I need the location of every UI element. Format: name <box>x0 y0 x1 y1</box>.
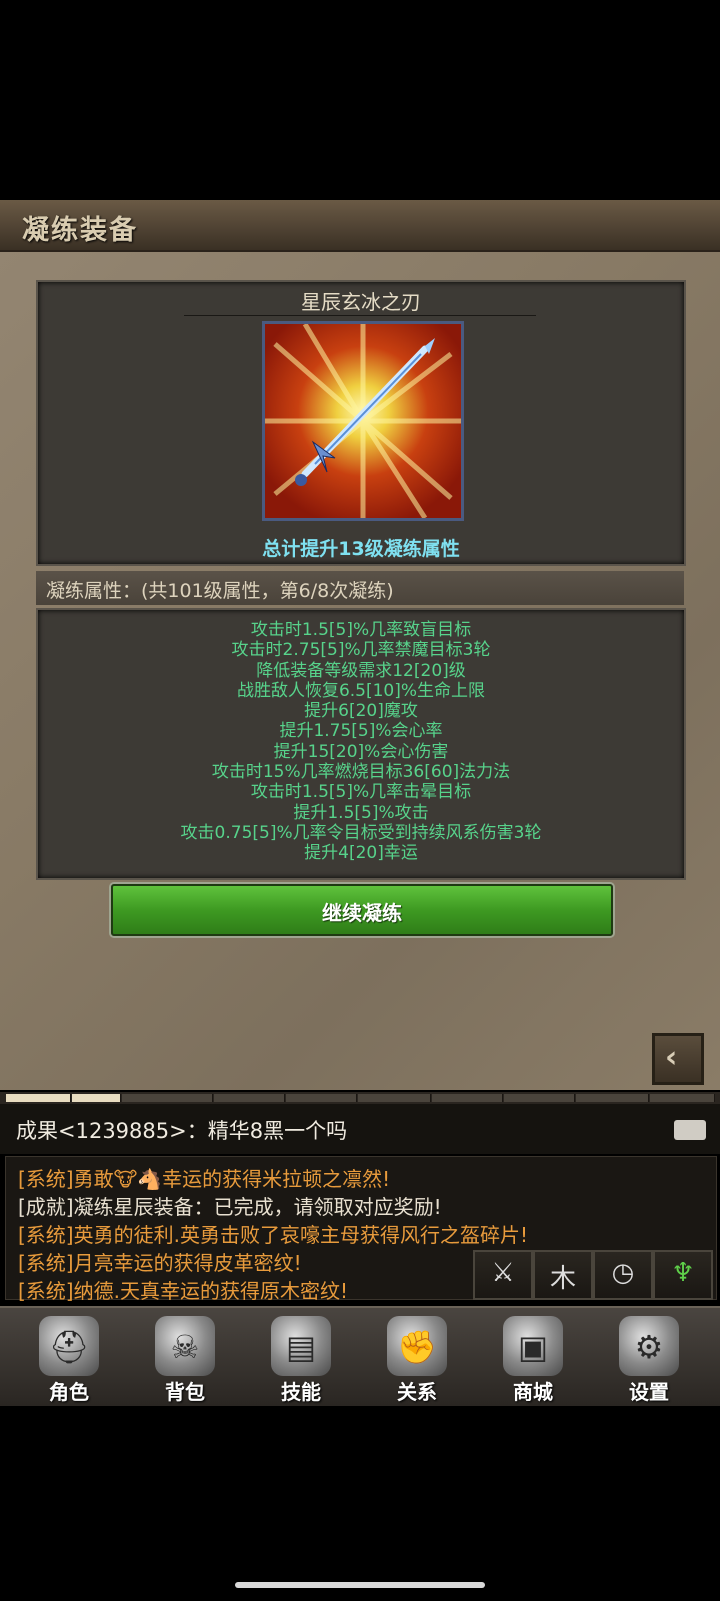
crossed-swords-button[interactable]: ⚔ <box>473 1250 533 1300</box>
keyboard-icon[interactable] <box>674 1120 706 1140</box>
chat-tab[interactable] <box>432 1094 503 1102</box>
nav-backpack[interactable]: ☠ 背包 <box>130 1308 240 1406</box>
continue-refine-button[interactable]: 继续凝练 <box>111 884 613 936</box>
stat-line: 攻击时2.75[5]%几率禁魔目标3轮 <box>231 640 491 661</box>
trophy-icon: ♆ <box>671 1258 695 1288</box>
spellbook-icon: ▤ <box>271 1316 331 1376</box>
stat-line: 攻击0.75[5]%几率令目标受到持续风系伤害3轮 <box>180 822 542 843</box>
nav-shop[interactable]: ▣ 商城 <box>478 1308 588 1406</box>
chat-tab[interactable] <box>6 1094 71 1102</box>
page-title: 凝练装备 <box>22 215 138 246</box>
chat-tab-strip <box>0 1092 720 1104</box>
continue-refine-label: 继续凝练 <box>322 901 402 925</box>
stat-line: 战胜敌人恢复6.5[10]%生命上限 <box>236 680 486 701</box>
log-line: [系统]纳德.天真幸运的获得原木密纹! <box>18 1279 348 1303</box>
wood-button[interactable]: 木 <box>533 1250 593 1300</box>
backpack-icon: ☠ <box>155 1316 215 1376</box>
chat-tab[interactable] <box>576 1094 649 1102</box>
item-image[interactable] <box>262 321 464 521</box>
log-line: [系统]勇敢🐮🐴幸运的获得米拉顿之凛然! <box>18 1167 391 1191</box>
back-button[interactable]: ‹ <box>652 1033 704 1085</box>
item-name: 星辰玄冰之刃 <box>301 290 421 314</box>
chat-tab[interactable] <box>650 1094 715 1102</box>
chat-tab[interactable] <box>122 1094 213 1102</box>
crossed-swords-icon: ⚔ <box>491 1258 515 1288</box>
nav-settings[interactable]: ⚙ 设置 <box>594 1308 704 1406</box>
refine-summary: 凝练属性：(共101级属性，第6/8次凝练) <box>46 580 394 602</box>
stat-line: 降低装备等级需求12[20]级 <box>256 660 466 681</box>
total-refine-text: 总计提升13级凝练属性 <box>262 538 460 560</box>
chat-tab[interactable] <box>286 1094 357 1102</box>
chat-tab[interactable] <box>214 1094 285 1102</box>
stat-line: 攻击时1.5[5]%几率击晕目标 <box>250 782 472 803</box>
chat-tab[interactable] <box>504 1094 575 1102</box>
chat-message: 成果<1239885>：精华8黑一个吗 <box>16 1119 348 1143</box>
refine-summary-bar: 凝练属性：(共101级属性，第6/8次凝练) <box>36 571 684 605</box>
stat-line: 提升1.5[5]%攻击 <box>293 802 429 823</box>
nav-skills[interactable]: ▤ 技能 <box>246 1308 356 1406</box>
stat-line: 攻击时1.5[5]%几率致盲目标 <box>250 620 472 640</box>
stat-line: 提升4[20]幸运 <box>304 843 418 864</box>
helmet-icon: ⛑ <box>39 1316 99 1376</box>
clock-icon: ◷ <box>611 1258 635 1288</box>
chat-tab[interactable] <box>358 1094 431 1102</box>
clock-button[interactable]: ◷ <box>593 1250 653 1300</box>
stat-line: 攻击时15%几率燃烧目标36[60]法力法 <box>211 762 511 783</box>
nav-relations[interactable]: ✊ 关系 <box>362 1308 472 1406</box>
gear-icon: ⚙ <box>619 1316 679 1376</box>
chat-tab[interactable] <box>72 1094 121 1102</box>
title-bar: 凝练装备 <box>0 200 720 252</box>
bottom-nav: ⛑ 角色 ☠ 背包 ▤ 技能 ✊ 关系 ▣ 商城 ⚙ 设置 <box>0 1306 720 1406</box>
log-line: [系统]月亮幸运的获得皮革密纹! <box>18 1251 302 1275</box>
divider <box>184 315 536 316</box>
chevron-left-icon: ‹ <box>665 1040 678 1075</box>
home-indicator[interactable] <box>235 1582 485 1588</box>
log-line: [成就]凝练星辰装备：已完成，请领取对应奖励! <box>18 1195 442 1219</box>
stat-line: 提升15[20]%会心伤害 <box>273 741 449 762</box>
stat-line: 提升6[20]魔攻 <box>304 701 418 722</box>
sword-icon <box>265 324 461 518</box>
trophy-button[interactable]: ♆ <box>653 1250 713 1300</box>
stats-list: 攻击时1.5[5]%几率致盲目标 攻击时2.75[5]%几率禁魔目标3轮 降低装… <box>36 620 686 864</box>
wood-icon: 木 <box>549 1264 576 1294</box>
chat-input-bar[interactable]: 成果<1239885>：精华8黑一个吗 <box>0 1104 720 1154</box>
stat-line: 提升1.75[5]%会心率 <box>279 721 443 742</box>
chest-icon: ▣ <box>503 1316 563 1376</box>
handshake-icon: ✊ <box>387 1316 447 1376</box>
log-line: [系统]英勇的徒利.英勇击败了哀嚎主母获得风行之盔碎片! <box>18 1223 528 1247</box>
nav-character[interactable]: ⛑ 角色 <box>14 1308 124 1406</box>
